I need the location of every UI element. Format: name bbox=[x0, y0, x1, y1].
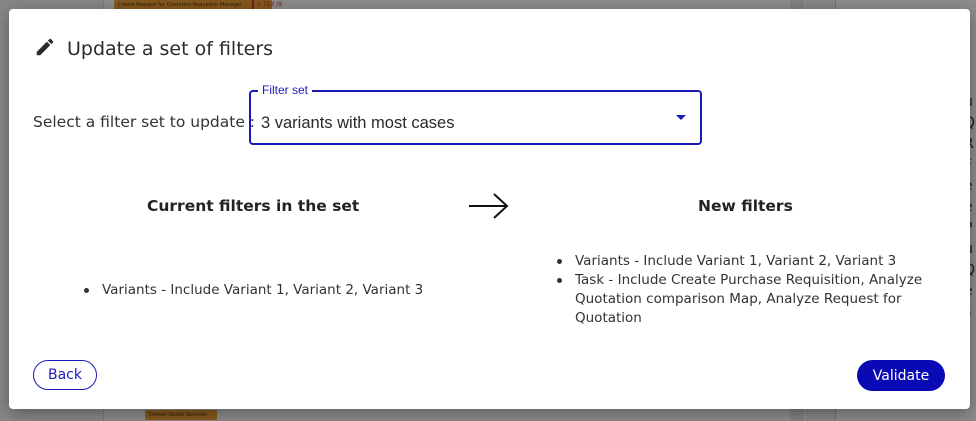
filter-set-select[interactable]: Filter set 3 variants with most cases bbox=[249, 83, 702, 145]
pencil-icon bbox=[34, 36, 56, 62]
new-filters-list: Variants - Include Variant 1, Variant 2,… bbox=[557, 252, 927, 328]
dialog-title: Update a set of filters bbox=[67, 38, 274, 60]
new-filters-heading: New filters bbox=[698, 197, 793, 215]
filter-set-selected-value: 3 variants with most cases bbox=[261, 114, 455, 132]
update-filter-set-dialog: Update a set of filters Select a filter … bbox=[9, 9, 970, 409]
dropdown-caret-icon bbox=[676, 115, 686, 120]
filter-set-select-label: Select a filter set to update : bbox=[33, 113, 256, 131]
validate-button[interactable]: Validate bbox=[857, 360, 945, 391]
list-item: Variants - Include Variant 1, Variant 2,… bbox=[84, 281, 464, 300]
filter-set-legend: Filter set bbox=[258, 83, 313, 97]
list-item: Variants - Include Variant 1, Variant 2,… bbox=[557, 252, 927, 271]
right-arrow-icon bbox=[469, 193, 509, 219]
dialog-header: Update a set of filters bbox=[34, 37, 273, 61]
back-button[interactable]: Back bbox=[33, 360, 97, 390]
list-item: Task - Include Create Purchase Requisiti… bbox=[557, 271, 927, 328]
current-filters-list: Variants - Include Variant 1, Variant 2,… bbox=[84, 281, 464, 300]
current-filters-heading: Current filters in the set bbox=[147, 197, 360, 215]
